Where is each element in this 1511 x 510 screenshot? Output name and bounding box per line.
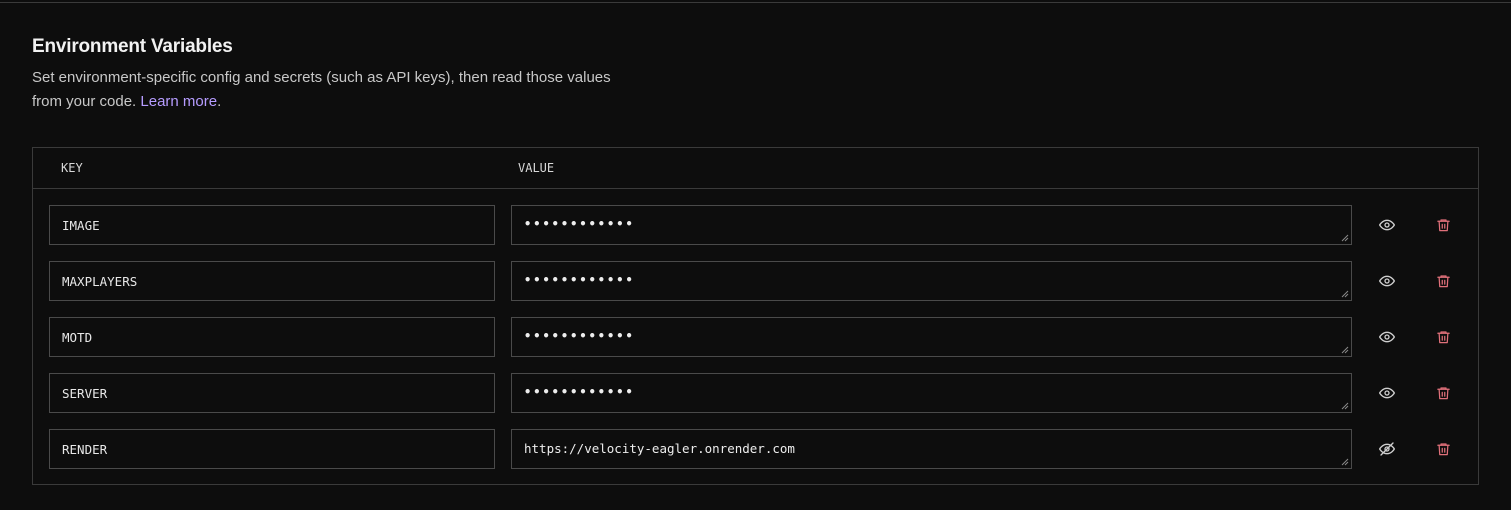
eye-icon[interactable] [1375, 269, 1399, 293]
learn-more-link[interactable]: Learn more [140, 93, 217, 110]
env-row: IMAGE •••••••••••• [33, 205, 1478, 245]
masked-value: •••••••••••• [524, 329, 635, 343]
resize-handle-icon[interactable] [1341, 234, 1349, 242]
eye-off-icon[interactable] [1375, 437, 1399, 461]
value-input[interactable]: •••••••••••• [511, 317, 1352, 357]
key-input[interactable]: SERVER [49, 373, 495, 413]
trash-icon[interactable] [1431, 325, 1455, 349]
section-title: Environment Variables [32, 36, 233, 57]
eye-icon[interactable] [1375, 381, 1399, 405]
env-row: MAXPLAYERS •••••••••••• [33, 261, 1478, 301]
masked-value: •••••••••••• [524, 217, 635, 231]
resize-handle-icon[interactable] [1341, 290, 1349, 298]
description-text: Set environment-specific config and secr… [32, 69, 611, 110]
resize-handle-icon[interactable] [1341, 402, 1349, 410]
masked-value: •••••••••••• [524, 273, 635, 287]
top-divider [0, 2, 1511, 3]
resize-handle-icon[interactable] [1341, 346, 1349, 354]
env-row: MOTD •••••••••••• [33, 317, 1478, 357]
table-header: KEY VALUE [33, 148, 1478, 189]
key-input[interactable]: MAXPLAYERS [49, 261, 495, 301]
value-input[interactable]: •••••••••••• [511, 261, 1352, 301]
key-column-header: KEY [61, 161, 83, 175]
section-description: Set environment-specific config and secr… [32, 66, 612, 114]
description-period: . [217, 93, 222, 110]
eye-icon[interactable] [1375, 213, 1399, 237]
trash-icon[interactable] [1431, 381, 1455, 405]
value-text: https://velocity-eagler.onrender.com [524, 441, 795, 456]
env-vars-table: KEY VALUE IMAGE •••••••••••• MAXPLAYERS … [32, 147, 1479, 485]
trash-icon[interactable] [1431, 213, 1455, 237]
key-input[interactable]: RENDER [49, 429, 495, 469]
value-input[interactable]: •••••••••••• [511, 205, 1352, 245]
resize-handle-icon[interactable] [1341, 458, 1349, 466]
trash-icon[interactable] [1431, 269, 1455, 293]
env-row: SERVER •••••••••••• [33, 373, 1478, 413]
eye-icon[interactable] [1375, 325, 1399, 349]
env-row: RENDER https://velocity-eagler.onrender.… [33, 429, 1478, 469]
value-input[interactable]: https://velocity-eagler.onrender.com [511, 429, 1352, 469]
trash-icon[interactable] [1431, 437, 1455, 461]
masked-value: •••••••••••• [524, 385, 635, 399]
value-column-header: VALUE [518, 161, 555, 175]
value-input[interactable]: •••••••••••• [511, 373, 1352, 413]
key-input[interactable]: IMAGE [49, 205, 495, 245]
key-input[interactable]: MOTD [49, 317, 495, 357]
